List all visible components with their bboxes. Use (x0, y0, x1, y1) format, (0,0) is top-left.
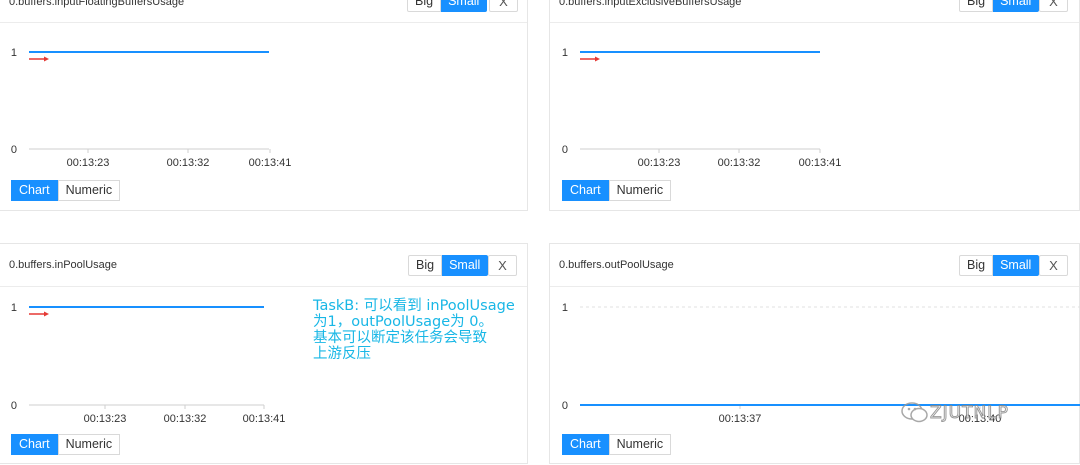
numeric-view-button[interactable]: Numeric (57, 180, 121, 201)
y-tick-label: 1 (11, 302, 17, 314)
x-tick-label: 00:13:32 (718, 157, 761, 169)
y-tick-label: 0 (562, 144, 568, 156)
x-tick-label: 00:13:32 (164, 413, 207, 425)
numeric-view-button[interactable]: Numeric (608, 434, 672, 455)
metric-panel-out-pool-usage: 0.buffers.outPoolUsage Big Small X 1 0 00:… (549, 243, 1080, 464)
chart-view-button[interactable]: Chart (11, 434, 58, 455)
annotation-line: 上游反压 (313, 346, 371, 362)
x-tick-label: 00:13:41 (799, 157, 842, 169)
annotation-note: TaskB: 可以看到 inPoolUsage 为1，outPoolUsage为… (313, 298, 523, 362)
x-tick-label: 00:13:32 (167, 157, 210, 169)
x-tick-label: 00:13:41 (243, 413, 286, 425)
red-arrow-head (44, 56, 49, 62)
numeric-view-button[interactable]: Numeric (57, 434, 121, 455)
red-arrow-head (44, 311, 49, 317)
metric-panel-input-exclusive-buffers: 0.buffers.inputExclusiveBuffersUsage Big… (549, 0, 1080, 211)
chart-view-button[interactable]: Chart (11, 180, 58, 201)
x-tick-label: 00:13:41 (249, 157, 292, 169)
metric-panel-input-floating-buffers: 0.buffers.inputFloatingBuffersUsage Big … (0, 0, 528, 211)
line-chart: 1000:13:37 00:13:40 (562, 302, 1080, 425)
y-tick-label: 0 (11, 400, 17, 412)
y-tick-label: 1 (562, 302, 568, 314)
x-tick-label: 00:13:23 (638, 157, 681, 169)
y-tick-label: 1 (11, 47, 17, 59)
red-arrow-head (595, 56, 600, 62)
wechat-icon (901, 402, 928, 423)
y-tick-label: 0 (562, 400, 568, 412)
y-tick-label: 1 (562, 47, 568, 59)
watermark: ZJUTNLP (900, 400, 1009, 426)
annotation-line: 基本可以断定该任务会导致 (313, 330, 487, 346)
y-tick-label: 0 (11, 144, 17, 156)
chart-view-button[interactable]: Chart (562, 434, 609, 455)
chart-view-button[interactable]: Chart (562, 180, 609, 201)
watermark-text: ZJUTNLP (930, 403, 1009, 424)
annotation-line: 为1，outPoolUsage为 0。 (313, 314, 493, 330)
x-tick-label: 00:13:37 (719, 413, 762, 425)
numeric-view-button[interactable]: Numeric (608, 180, 672, 201)
view-mode-toggle: Chart Numeric (11, 434, 121, 455)
view-mode-toggle: Chart Numeric (11, 180, 121, 201)
annotation-line: TaskB: 可以看到 inPoolUsage (313, 298, 515, 314)
view-mode-toggle: Chart Numeric (562, 180, 672, 201)
x-tick-label: 00:13:23 (84, 413, 127, 425)
view-mode-toggle: Chart Numeric (562, 434, 672, 455)
x-tick-label: 00:13:23 (67, 157, 110, 169)
